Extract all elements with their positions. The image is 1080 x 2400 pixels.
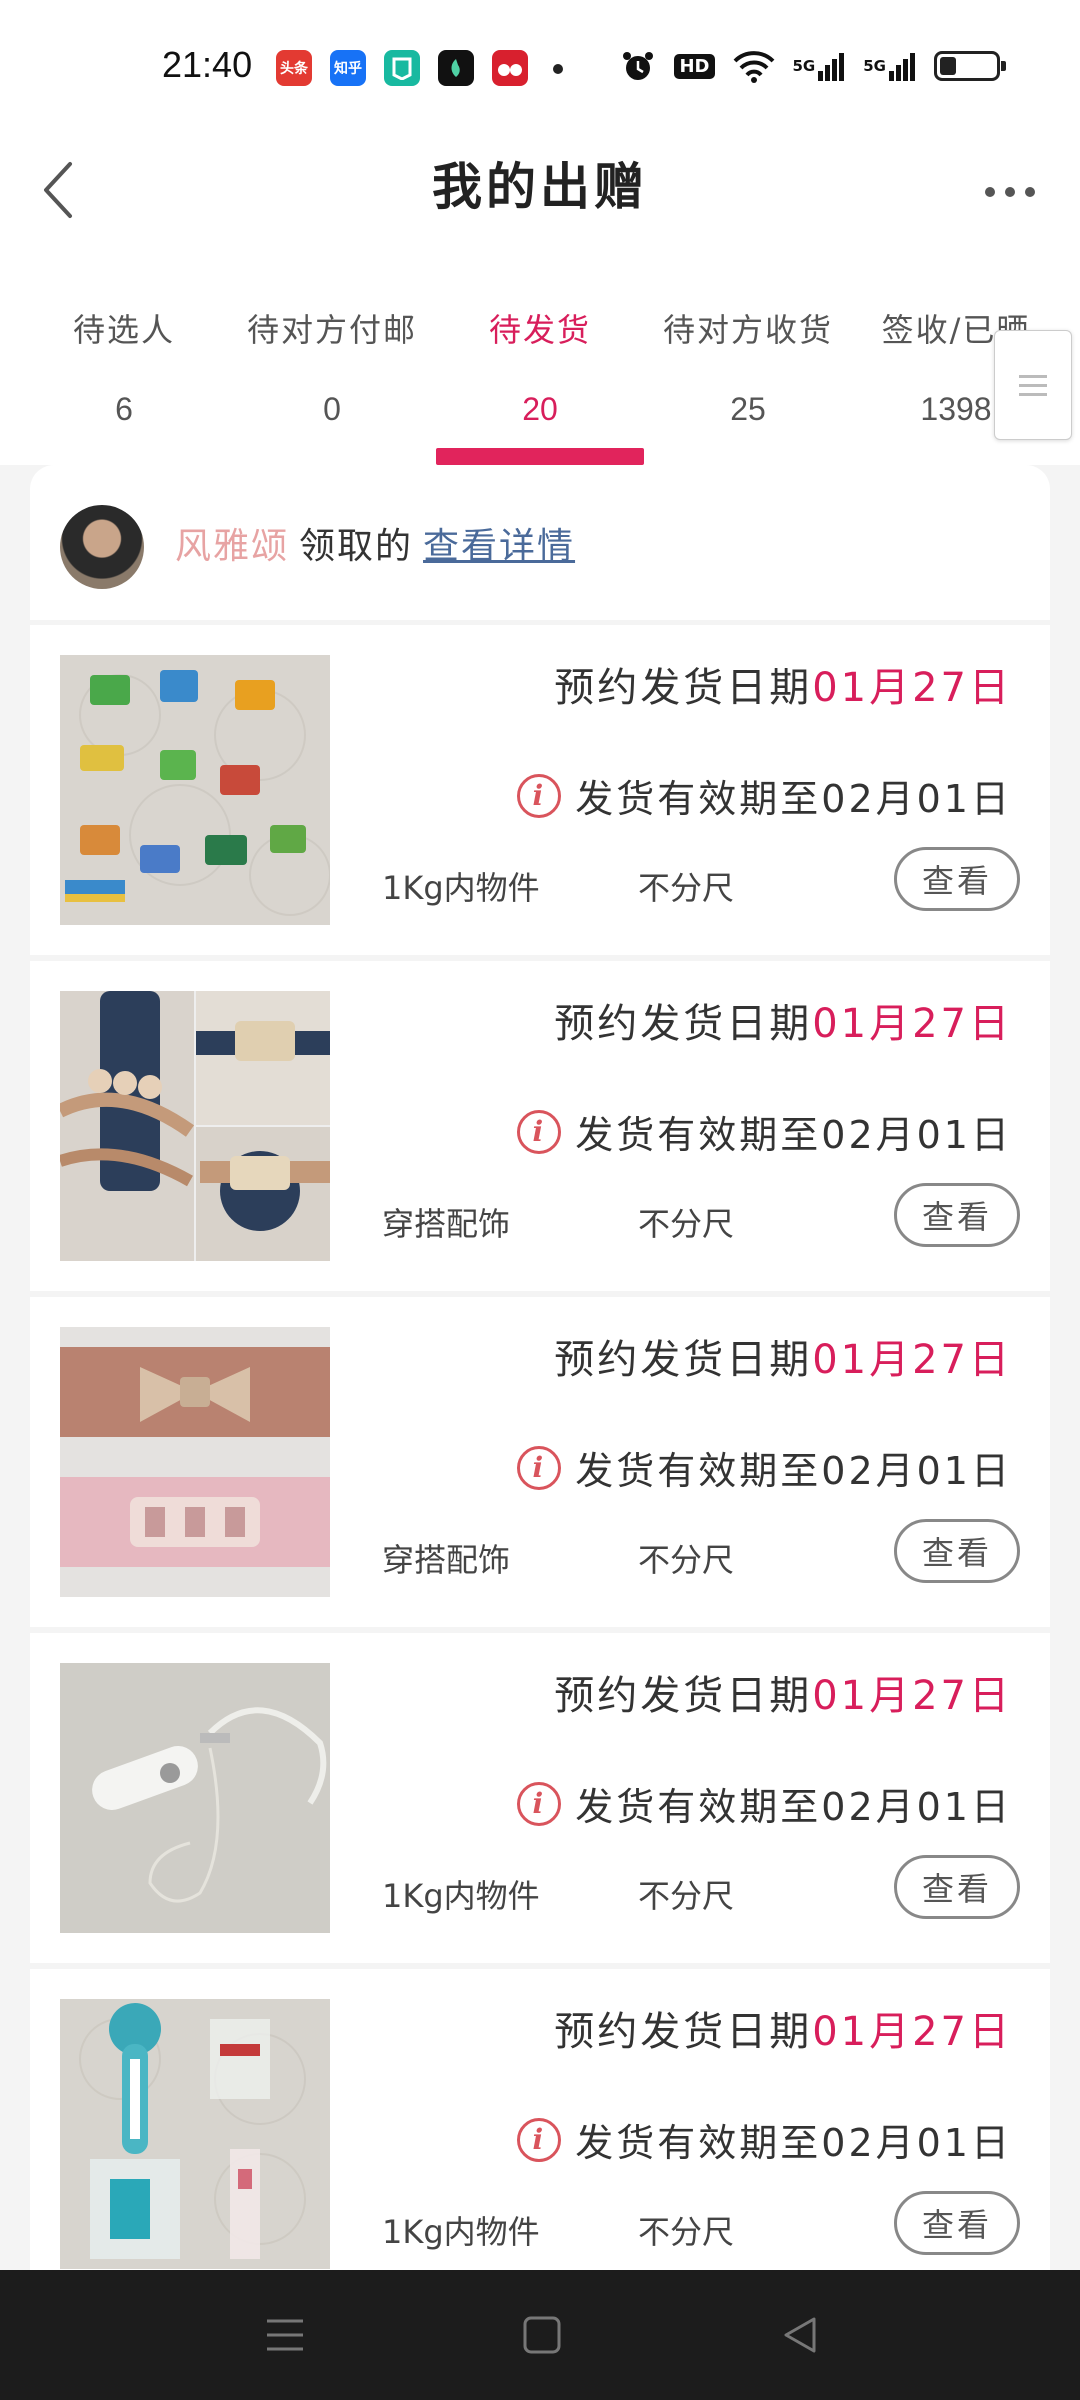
item-category: 1Kg内物件 bbox=[382, 2213, 540, 2251]
tab-count: 6 bbox=[115, 391, 133, 427]
item-thumbnail bbox=[60, 1999, 330, 2269]
ship-date-value: 01月27日 bbox=[812, 2009, 1012, 2055]
list-item[interactable]: 预约发货日期01月27日 i 发货有效期至02月01日 1Kg内物件 不分尺 查看 bbox=[30, 1969, 1050, 2270]
info-icon: i bbox=[517, 2117, 562, 2162]
ship-deadline: i 发货有效期至02月01日 bbox=[517, 768, 1012, 823]
battery-icon bbox=[934, 51, 1006, 81]
view-details-link[interactable]: 查看详情 bbox=[423, 526, 575, 567]
tab-count: 0 bbox=[323, 391, 341, 427]
ship-date-value: 01月27日 bbox=[812, 665, 1012, 711]
header: 我的出赠 bbox=[0, 135, 1080, 265]
toutiao-icon: 头条 bbox=[276, 50, 312, 86]
tab-label: 待选人 bbox=[72, 311, 175, 349]
ship-deadline: i 发货有效期至02月01日 bbox=[517, 1104, 1012, 1159]
item-category: 1Kg内物件 bbox=[382, 869, 540, 907]
tab-pending-select[interactable]: 待选人 6 bbox=[20, 305, 228, 428]
app-red-icon bbox=[492, 50, 528, 86]
giver-row: 风雅颂 领取的 查看详情 bbox=[30, 465, 1050, 620]
ship-date: 预约发货日期01月27日 bbox=[554, 1001, 1012, 1047]
giver-line: 风雅颂 领取的 查看详情 bbox=[175, 517, 575, 569]
ship-date: 预约发货日期01月27日 bbox=[554, 2009, 1012, 2055]
home-nav-button[interactable] bbox=[512, 2305, 572, 2365]
item-size: 不分尺 bbox=[638, 869, 735, 907]
tab-count: 20 bbox=[522, 391, 558, 427]
item-size: 不分尺 bbox=[638, 1877, 735, 1915]
info-icon: i bbox=[517, 1445, 562, 1490]
system-nav-bar bbox=[0, 2270, 1080, 2400]
item-thumbnail bbox=[60, 991, 330, 1261]
active-tab-indicator bbox=[436, 448, 644, 465]
battery-level bbox=[940, 57, 956, 75]
giver-name[interactable]: 风雅颂 bbox=[175, 526, 289, 567]
list-item[interactable]: 预约发货日期01月27日 i 发货有效期至02月01日 穿搭配饰 不分尺 查看 bbox=[30, 1297, 1050, 1627]
tab-pending-shipment[interactable]: 待发货 20 bbox=[436, 305, 644, 428]
tab-pending-postage[interactable]: 待对方付邮 0 bbox=[228, 305, 436, 428]
signal-5g-icon-2: 5G bbox=[863, 48, 916, 84]
ship-date-value: 01月27日 bbox=[812, 1337, 1012, 1383]
signal-5g-icon: 5G bbox=[793, 48, 846, 84]
ship-deadline: i 发货有效期至02月01日 bbox=[517, 1440, 1012, 1495]
tab-label: 待发货 bbox=[488, 311, 591, 349]
more-dot-icon bbox=[1025, 187, 1035, 197]
view-button[interactable]: 查看 bbox=[894, 1855, 1020, 1919]
item-thumbnail bbox=[60, 655, 330, 925]
ship-date: 预约发货日期01月27日 bbox=[554, 665, 1012, 711]
tab-pending-receipt[interactable]: 待对方收货 25 bbox=[644, 305, 852, 428]
claim-text: 领取的 bbox=[299, 526, 414, 567]
item-thumbnail bbox=[60, 1327, 330, 1597]
more-dot-icon bbox=[1005, 187, 1015, 197]
view-button[interactable]: 查看 bbox=[894, 1519, 1020, 1583]
page-title: 我的出赠 bbox=[432, 158, 648, 216]
notification-dot bbox=[553, 64, 563, 74]
list-item[interactable]: 预约发货日期01月27日 i 发货有效期至02月01日 1Kg内物件 不分尺 查看 bbox=[30, 1633, 1050, 1963]
info-icon: i bbox=[517, 1109, 562, 1154]
ship-date: 预约发货日期01月27日 bbox=[554, 1673, 1012, 1719]
system-icons: HD 5G 5G bbox=[620, 48, 1006, 84]
scroll-handle-icon[interactable] bbox=[994, 330, 1072, 440]
back-nav-button[interactable] bbox=[770, 2305, 830, 2365]
ship-deadline: i 发货有效期至02月01日 bbox=[517, 2112, 1012, 2167]
avatar[interactable] bbox=[60, 505, 144, 589]
view-button[interactable]: 查看 bbox=[894, 2191, 1020, 2255]
zhihu-icon: 知乎 bbox=[330, 50, 366, 86]
back-triangle-icon bbox=[784, 2317, 816, 2353]
alarm-icon bbox=[620, 48, 656, 84]
ship-date-value: 01月27日 bbox=[812, 1001, 1012, 1047]
more-button[interactable] bbox=[970, 167, 1050, 217]
list-item[interactable]: 预约发货日期01月27日 i 发货有效期至02月01日 1Kg内物件 不分尺 查看 bbox=[30, 625, 1050, 955]
item-category: 1Kg内物件 bbox=[382, 1877, 540, 1915]
item-thumbnail bbox=[60, 1663, 330, 1933]
menu-nav-button[interactable] bbox=[255, 2305, 315, 2365]
item-size: 不分尺 bbox=[638, 1541, 735, 1579]
status-time: 21:40 bbox=[162, 44, 253, 85]
app-black-icon bbox=[438, 50, 474, 86]
tab-label: 待对方收货 bbox=[662, 311, 833, 349]
wifi-icon bbox=[733, 48, 775, 84]
home-icon bbox=[523, 2316, 561, 2354]
view-button[interactable]: 查看 bbox=[894, 847, 1020, 911]
status-bar: 21:40 头条 知乎 HD 5G 5G bbox=[0, 0, 1080, 135]
item-size: 不分尺 bbox=[638, 1205, 735, 1243]
menu-icon bbox=[267, 2319, 303, 2351]
more-dot-icon bbox=[985, 187, 995, 197]
info-icon: i bbox=[517, 773, 562, 818]
item-size: 不分尺 bbox=[638, 2213, 735, 2251]
item-category: 穿搭配饰 bbox=[382, 1205, 511, 1243]
list-item[interactable]: 预约发货日期01月27日 i 发货有效期至02月01日 穿搭配饰 不分尺 查看 bbox=[30, 961, 1050, 1291]
shipment-list[interactable]: 风雅颂 领取的 查看详情 预约发货日期01月27日 i 发货有效期至02月01日 1K… bbox=[0, 465, 1080, 2270]
status-tabs: 待选人 6 待对方付邮 0 待发货 20 待对方收货 25 签收/已晒 1398 bbox=[0, 265, 1080, 465]
ship-date-value: 01月27日 bbox=[812, 1673, 1012, 1719]
app-green-icon bbox=[384, 50, 420, 86]
hd-icon: HD bbox=[674, 48, 715, 84]
item-category: 穿搭配饰 bbox=[382, 1541, 511, 1579]
ship-deadline: i 发货有效期至02月01日 bbox=[517, 1776, 1012, 1831]
view-button[interactable]: 查看 bbox=[894, 1183, 1020, 1247]
tab-label: 待对方付邮 bbox=[246, 311, 417, 349]
info-icon: i bbox=[517, 1781, 562, 1826]
tab-count: 25 bbox=[730, 391, 766, 427]
ship-date: 预约发货日期01月27日 bbox=[554, 1337, 1012, 1383]
